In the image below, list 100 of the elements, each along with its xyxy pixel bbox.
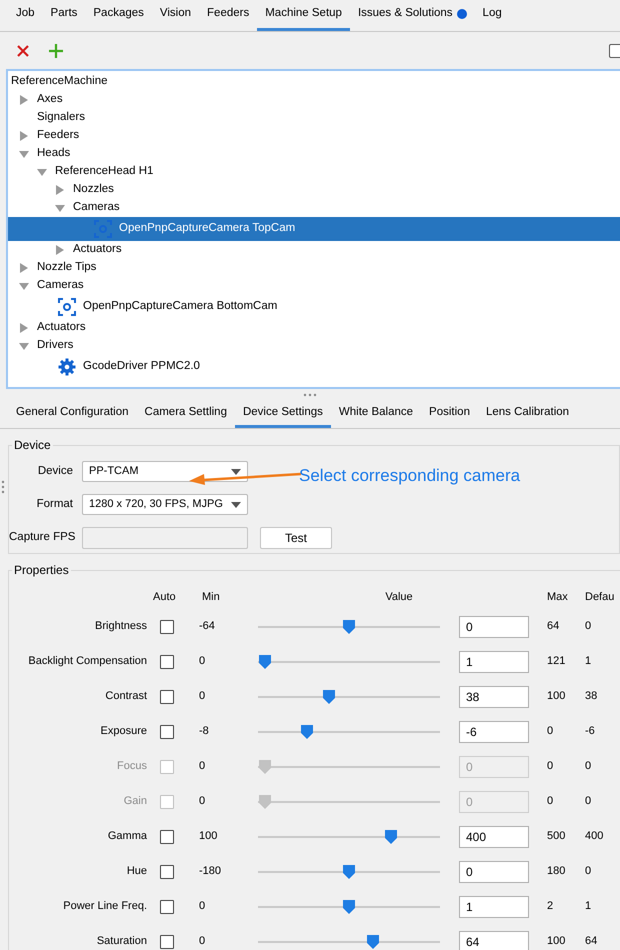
- min-value: -64: [199, 619, 216, 634]
- expand-arrow-icon[interactable]: [55, 185, 65, 195]
- tab[interactable]: Camera Settling: [136, 401, 235, 428]
- slider-track[interactable]: [258, 934, 440, 948]
- value-field[interactable]: 400: [459, 826, 529, 848]
- auto-checkbox[interactable]: [160, 690, 174, 704]
- expand-arrow-icon[interactable]: [19, 131, 29, 141]
- tab[interactable]: Machine Setup: [257, 0, 350, 31]
- auto-checkbox[interactable]: [160, 830, 174, 844]
- tab[interactable]: Issues & Solutions: [350, 0, 475, 31]
- max-value: 500: [547, 829, 566, 844]
- expand-arrow-icon[interactable]: [19, 263, 29, 273]
- collapse-arrow-icon[interactable]: [19, 149, 29, 159]
- expand-arrow-icon[interactable]: [19, 95, 29, 105]
- tree-item[interactable]: Nozzle Tips: [37, 259, 96, 277]
- default-value: 0: [585, 619, 592, 634]
- tree-item[interactable]: Actuators: [37, 319, 86, 337]
- tab[interactable]: Log: [474, 0, 510, 31]
- slider-track[interactable]: [258, 620, 440, 634]
- checkbox[interactable]: [609, 44, 620, 58]
- tree-item[interactable]: Heads: [37, 145, 70, 163]
- tree-item[interactable]: ReferenceHead H1: [55, 163, 154, 181]
- expand-arrow-icon[interactable]: [55, 245, 65, 255]
- tab[interactable]: Feeders: [199, 0, 258, 31]
- collapse-arrow-icon[interactable]: [55, 203, 65, 213]
- slider-thumb[interactable]: [258, 654, 272, 668]
- collapse-arrow-icon[interactable]: [19, 341, 29, 351]
- max-value: 0: [547, 759, 554, 774]
- collapse-arrow-icon[interactable]: [37, 167, 47, 177]
- default-value: 400: [585, 829, 604, 844]
- value-field[interactable]: 0: [459, 860, 529, 882]
- group-title: Device: [12, 438, 53, 452]
- tree-item[interactable]: ReferenceMachine: [11, 73, 108, 91]
- test-button[interactable]: Test: [260, 526, 332, 548]
- tree-item[interactable]: Drivers: [37, 337, 74, 355]
- slider-thumb[interactable]: [300, 724, 314, 738]
- slider-track[interactable]: [258, 830, 440, 844]
- tree-item[interactable]: Axes: [37, 91, 63, 109]
- min-value: 0: [199, 899, 206, 914]
- tab[interactable]: Lens Calibration: [478, 401, 578, 428]
- value-field[interactable]: 1: [459, 896, 529, 918]
- auto-checkbox[interactable]: [160, 620, 174, 634]
- property-label: Hue: [126, 864, 147, 880]
- slider-track[interactable]: [258, 900, 440, 914]
- value-field[interactable]: -6: [459, 720, 529, 742]
- property-label: Focus: [116, 759, 147, 774]
- delete-icon[interactable]: [16, 44, 30, 58]
- tab[interactable]: Device Settings: [234, 401, 331, 428]
- tab[interactable]: Vision: [152, 0, 200, 31]
- value-field[interactable]: 38: [459, 686, 529, 708]
- tab[interactable]: Parts: [42, 0, 86, 31]
- slider-thumb[interactable]: [342, 620, 356, 634]
- value-field[interactable]: 0: [459, 616, 529, 638]
- slider-track[interactable]: [258, 690, 440, 704]
- value-field[interactable]: 64: [459, 930, 529, 950]
- slider-track[interactable]: [258, 654, 440, 668]
- slider-track[interactable]: [258, 724, 440, 738]
- auto-checkbox[interactable]: [160, 654, 174, 668]
- tree-item[interactable]: GcodeDriver PPMC2.0: [83, 358, 200, 376]
- collapse-arrow-icon[interactable]: [19, 281, 29, 291]
- tab[interactable]: White Balance: [330, 401, 422, 428]
- dropdown[interactable]: PP-TCAM: [82, 461, 248, 482]
- tree-item[interactable]: Nozzles: [73, 181, 114, 199]
- slider-track[interactable]: [258, 760, 440, 774]
- slider-thumb[interactable]: [342, 864, 356, 878]
- slider-thumb[interactable]: [366, 934, 380, 948]
- slider-track[interactable]: [258, 794, 440, 808]
- column-header: Value: [385, 590, 413, 605]
- auto-checkbox[interactable]: [160, 724, 174, 738]
- input-field[interactable]: [82, 526, 248, 548]
- min-value: 0: [199, 934, 206, 950]
- slider-track[interactable]: [258, 864, 440, 878]
- tree-item[interactable]: OpenPnpCaptureCamera BottomCam: [83, 298, 278, 316]
- auto-checkbox[interactable]: [160, 934, 174, 948]
- expand-arrow-icon[interactable]: [19, 323, 29, 333]
- tree-item[interactable]: Cameras: [73, 199, 120, 217]
- auto-checkbox[interactable]: [160, 864, 174, 878]
- max-value: 2: [547, 899, 554, 914]
- min-value: 100: [199, 829, 218, 844]
- tree-item[interactable]: Signalers: [37, 109, 85, 127]
- auto-checkbox[interactable]: [160, 900, 174, 914]
- add-icon[interactable]: [48, 42, 64, 58]
- tree-item[interactable]: Actuators: [73, 241, 122, 259]
- splitter-handle[interactable]: [303, 393, 317, 397]
- tab[interactable]: General Configuration: [8, 401, 137, 428]
- value-field[interactable]: 1: [459, 650, 529, 672]
- slider-thumb[interactable]: [384, 830, 398, 844]
- tab[interactable]: Job: [8, 0, 43, 31]
- splitter-handle[interactable]: [1, 480, 5, 494]
- tab[interactable]: Position: [421, 401, 478, 428]
- default-value: 0: [585, 759, 592, 774]
- tree-item[interactable]: Cameras: [37, 277, 84, 295]
- tab[interactable]: Packages: [85, 0, 152, 31]
- tree-item[interactable]: Feeders: [37, 127, 80, 145]
- group-title: Properties: [12, 564, 71, 577]
- dropdown[interactable]: 1280 x 720, 30 FPS, MJPG: [82, 494, 248, 515]
- slider-thumb[interactable]: [322, 690, 336, 704]
- property-label: Contrast: [104, 689, 147, 704]
- max-value: 180: [547, 864, 566, 880]
- slider-thumb[interactable]: [342, 900, 356, 914]
